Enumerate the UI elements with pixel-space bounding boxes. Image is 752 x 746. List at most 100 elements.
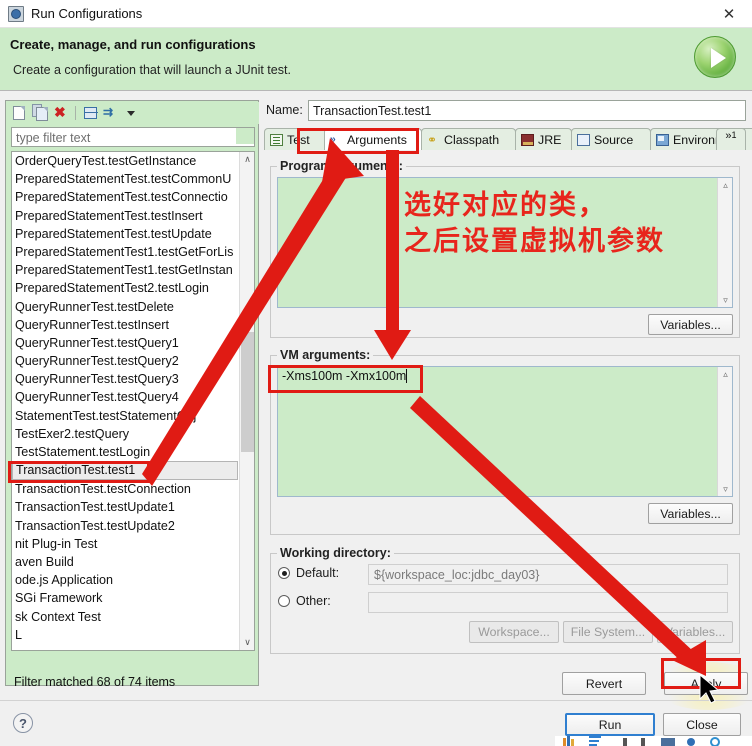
footer-divider [0, 700, 752, 701]
vm-arguments-label: VM arguments: [277, 348, 374, 362]
junit-test-icon [270, 133, 283, 146]
apply-button[interactable]: Apply [664, 672, 748, 695]
arguments-icon: ›› [330, 133, 336, 145]
list-item[interactable]: PreparedStatementTest.testUpdate [12, 225, 238, 243]
list-item[interactable]: QueryRunnerTest.testInsert [12, 316, 238, 334]
workspace-button[interactable]: Workspace... [469, 621, 559, 643]
list-item-selected[interactable]: TransactionTest.test1 [12, 461, 238, 481]
tab-arguments[interactable]: ›› Arguments [324, 128, 422, 150]
tab-jre[interactable]: JRE [515, 128, 572, 150]
environment-icon [656, 133, 669, 146]
scroll-up-icon[interactable]: ∧ [240, 152, 254, 167]
list-item[interactable]: QueryRunnerTest.testQuery2 [12, 352, 238, 370]
list-item[interactable]: PreparedStatementTest.testCommonU [12, 170, 238, 188]
list-item[interactable]: PreparedStatementTest1.testGetInstan [12, 261, 238, 279]
list-item[interactable]: aven Build [12, 553, 238, 571]
taskbar-icons [563, 736, 720, 746]
program-arguments-variables-button[interactable]: Variables... [648, 314, 733, 335]
scroll-down-icon[interactable]: ▿ [718, 482, 732, 496]
tab-overflow-count: 1 [731, 130, 737, 140]
scroll-down-icon[interactable]: ▿ [718, 293, 732, 307]
tab-arguments-label: Arguments [347, 132, 407, 147]
list-item[interactable]: sk Context Test [12, 608, 238, 626]
source-icon [577, 133, 590, 146]
file-system-button[interactable]: File System... [563, 621, 653, 643]
program-arguments-label: Program arguments: [277, 159, 406, 173]
default-radio-label: Default: [296, 566, 340, 580]
tab-source[interactable]: Source [571, 128, 651, 150]
name-row: Name: TransactionTest.test1 [264, 100, 746, 122]
filter-clear-button[interactable] [236, 128, 254, 144]
green-run-play-icon [694, 36, 736, 78]
list-item[interactable]: QueryRunnerTest.testQuery3 [12, 370, 238, 388]
list-item[interactable]: PreparedStatementTest.testInsert [12, 207, 238, 225]
collapse-all-icon[interactable] [81, 104, 100, 122]
tab-overflow-button[interactable]: » 1 [716, 128, 746, 150]
annotation-note-line2: 之后设置虚拟机参数 [404, 226, 665, 256]
filter-icon[interactable]: ⇉ [101, 104, 120, 122]
filter-status-text: Filter matched 68 of 74 items [14, 675, 176, 689]
working-directory-other-field[interactable] [368, 592, 728, 613]
configurations-tree-panel: ✖ ⇉ type filter text OrderQueryTest.test… [5, 100, 259, 689]
taskbar-peek [555, 736, 752, 746]
working-directory-variables-button[interactable]: Variables... [657, 621, 733, 643]
configurations-list[interactable]: OrderQueryTest.testGetInstance PreparedSt… [11, 151, 255, 651]
list-item[interactable]: PreparedStatementTest1.testGetForLis [12, 243, 238, 261]
name-input[interactable]: TransactionTest.test1 [308, 100, 746, 121]
list-item[interactable]: TestExer2.testQuery [12, 425, 238, 443]
working-directory-default-field[interactable]: ${workspace_loc:jdbc_day03} [368, 564, 728, 585]
tab-jre-label: JRE [538, 132, 562, 147]
list-item[interactable]: TransactionTest.testUpdate2 [12, 517, 238, 535]
tab-classpath[interactable]: ⚭ Classpath [421, 128, 516, 150]
vm-arguments-textarea[interactable]: -Xms100m -Xmx100m ▵ ▿ [277, 366, 733, 497]
working-directory-default-radio[interactable]: Default: [278, 566, 339, 580]
list-item[interactable]: StatementTest.testStatementObj [12, 407, 238, 425]
list-item[interactable]: TestStatement.testLogin [12, 443, 238, 461]
list-item[interactable]: QueryRunnerTest.testDelete [12, 298, 238, 316]
vm-arguments-value: -Xms100m -Xmx100m [282, 369, 407, 383]
list-item[interactable]: QueryRunnerTest.testQuery4 [12, 388, 238, 406]
scroll-up-icon[interactable]: ▵ [718, 178, 732, 192]
duplicate-icon[interactable] [30, 104, 49, 122]
filter-input-text: type filter text [16, 131, 91, 145]
list-item[interactable]: PreparedStatementTest2.testLogin [12, 279, 238, 297]
classpath-icon: ⚭ [427, 132, 438, 147]
new-launch-configuration-icon[interactable] [10, 104, 29, 122]
list-item[interactable]: SGi Framework [12, 589, 238, 607]
configuration-editor-panel: Name: TransactionTest.test1 Test ›› Argu… [264, 100, 752, 710]
filter-input[interactable]: type filter text [11, 127, 255, 147]
help-question-icon[interactable]: ? [13, 713, 33, 733]
working-directory-label: Working directory: [277, 546, 394, 560]
tab-test[interactable]: Test [264, 128, 326, 150]
delete-icon[interactable]: ✖ [50, 104, 69, 122]
list-item[interactable]: QueryRunnerTest.testQuery1 [12, 334, 238, 352]
tab-classpath-label: Classpath [444, 132, 500, 147]
program-arguments-scrollbar[interactable]: ▵ ▿ [717, 178, 732, 307]
list-vertical-scrollbar[interactable]: ∧ ∨ [239, 152, 254, 650]
list-item[interactable]: ode.js Application [12, 571, 238, 589]
vm-arguments-scrollbar[interactable]: ▵ ▿ [717, 367, 732, 496]
jre-icon [521, 133, 534, 146]
vertical-scroll-thumb[interactable] [241, 332, 254, 452]
list-item[interactable]: OrderQueryTest.testGetInstance [12, 152, 238, 170]
vm-arguments-variables-button[interactable]: Variables... [648, 503, 733, 524]
list-item[interactable]: PreparedStatementTest.testConnectio [12, 188, 238, 206]
close-button[interactable]: Close [663, 713, 741, 736]
list-item[interactable]: TransactionTest.testConnection [12, 480, 238, 498]
dialog-body: ✖ ⇉ type filter text OrderQueryTest.test… [0, 92, 752, 710]
toolbar-divider [75, 106, 76, 120]
run-button[interactable]: Run [565, 713, 655, 736]
scroll-up-icon[interactable]: ▵ [718, 367, 732, 381]
dropdown-caret-icon[interactable] [127, 110, 135, 116]
list-item[interactable]: TransactionTest.testUpdate1 [12, 498, 238, 516]
revert-button[interactable]: Revert [562, 672, 646, 695]
annotation-note-line1: 选好对应的类， [404, 190, 607, 220]
list-item[interactable]: nit Plug-in Test [12, 535, 238, 553]
working-directory-group: Working directory: Default: ${workspace_… [270, 546, 740, 654]
close-icon[interactable]: ✕ [706, 0, 752, 28]
working-directory-other-radio[interactable]: Other: [278, 594, 331, 608]
list-item[interactable]: L [12, 626, 238, 644]
scroll-down-icon[interactable]: ∨ [240, 635, 254, 650]
title-bar: Run Configurations ✕ [0, 0, 752, 28]
other-radio-label: Other: [296, 594, 331, 608]
